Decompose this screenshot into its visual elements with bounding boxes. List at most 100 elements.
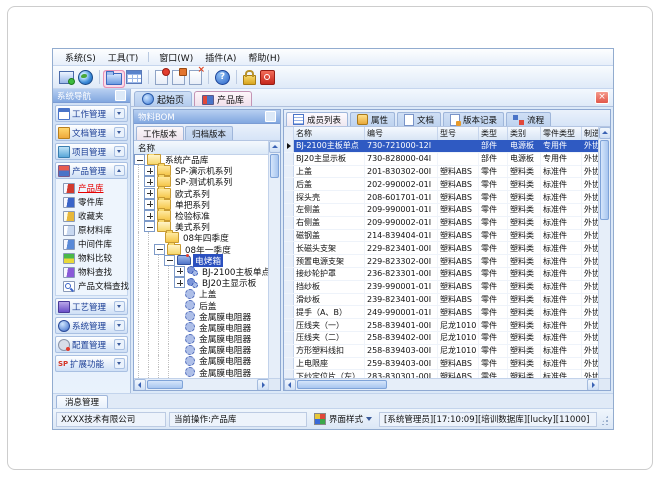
column-header[interactable]: 编号 bbox=[365, 127, 438, 140]
globe-icon[interactable] bbox=[78, 70, 93, 85]
table-row[interactable]: BJ20主显示板730-828000-04I部件电源板专用件外协颗 bbox=[284, 153, 599, 166]
expand-plus-icon[interactable] bbox=[174, 266, 185, 277]
scrollbar-thumb[interactable] bbox=[147, 380, 183, 389]
chevron-button[interactable] bbox=[114, 320, 125, 331]
column-header[interactable]: 类型 bbox=[479, 127, 508, 140]
tree-vertical-scrollbar[interactable] bbox=[268, 141, 280, 390]
scrollbar-thumb[interactable] bbox=[297, 380, 387, 389]
tree-column-header[interactable]: 名称 bbox=[134, 141, 269, 155]
scroll-up-icon[interactable] bbox=[269, 141, 280, 153]
table-row[interactable]: 上电限座259-839403-00I塑料ABS零件塑料类标准件外协条 bbox=[284, 358, 599, 371]
bom-version-tab[interactable]: 工作版本 bbox=[136, 126, 184, 140]
collapse-minus-icon[interactable] bbox=[154, 244, 165, 255]
chevron-button[interactable] bbox=[114, 108, 125, 119]
table-row[interactable]: 接纱轮护罩236-823301-00I塑料ABS零件塑料类标准件外协条 bbox=[284, 268, 599, 281]
table-horizontal-scrollbar[interactable] bbox=[284, 378, 599, 390]
nav-item[interactable]: 产品文档查找 bbox=[56, 279, 127, 293]
column-header[interactable]: 型号 bbox=[438, 127, 479, 140]
menu-item[interactable]: 工具(T) bbox=[102, 50, 145, 65]
grid-icon[interactable] bbox=[126, 70, 142, 84]
chevron-button[interactable] bbox=[114, 165, 125, 176]
column-header[interactable]: 制造方式 bbox=[582, 127, 599, 140]
nav-item[interactable]: 中间件库 bbox=[56, 237, 127, 251]
bom-version-tab[interactable]: 归档版本 bbox=[185, 126, 233, 140]
nav-group-project-mgmt[interactable]: 项目管理 bbox=[55, 143, 128, 160]
table-row[interactable]: 长磁头支架229-823401-00I塑料ABS零件塑料类标准件外协条 bbox=[284, 242, 599, 255]
bom-pin-button[interactable] bbox=[265, 111, 276, 122]
table-row[interactable]: 挡纱板239-990001-01I塑料ABS零件塑料类标准件外协条 bbox=[284, 281, 599, 294]
nav-group-system-mgmt[interactable]: 系统管理 bbox=[55, 317, 128, 334]
scrollbar-thumb[interactable] bbox=[270, 154, 279, 178]
nav-item[interactable]: 收藏夹 bbox=[56, 209, 127, 223]
folder-icon[interactable] bbox=[106, 73, 122, 85]
chevron-button[interactable] bbox=[114, 301, 125, 312]
tree-horizontal-scrollbar[interactable] bbox=[134, 378, 269, 390]
resize-grip-icon[interactable] bbox=[600, 413, 610, 425]
scroll-up-icon[interactable] bbox=[599, 127, 610, 139]
sheet-new-icon[interactable] bbox=[155, 70, 168, 85]
scroll-left-icon[interactable] bbox=[134, 379, 146, 390]
nav-item[interactable]: 产品库 bbox=[56, 181, 127, 195]
menu-item[interactable]: 帮助(H) bbox=[242, 50, 286, 65]
table-row[interactable]: 磁钢盖214-839404-01I塑料ABS零件塑料类标准件外协条 bbox=[284, 230, 599, 243]
chevron-button[interactable] bbox=[114, 146, 125, 157]
close-icon[interactable] bbox=[595, 91, 609, 104]
scroll-left-icon[interactable] bbox=[284, 379, 296, 390]
tab-member-list[interactable]: 成员列表 bbox=[286, 112, 348, 126]
tab-start-page[interactable]: 起始页 bbox=[134, 91, 192, 106]
table-vertical-scrollbar[interactable] bbox=[598, 127, 610, 390]
tab-documents[interactable]: 文档 bbox=[397, 112, 441, 126]
expand-plus-icon[interactable] bbox=[174, 277, 185, 288]
chevron-button[interactable] bbox=[114, 358, 125, 369]
nav-group-doc-mgmt[interactable]: 文档管理 bbox=[55, 124, 128, 141]
column-header[interactable]: 零件类型 bbox=[541, 127, 582, 140]
table-row[interactable]: BJ-2100主板单点730-721000-12I部件电源板专用件外协颗 bbox=[284, 140, 599, 153]
sheet-edit-icon[interactable] bbox=[172, 70, 185, 85]
tab-properties[interactable]: 属性 bbox=[350, 112, 395, 126]
sheet-delete-icon[interactable] bbox=[189, 70, 202, 85]
collapse-minus-icon[interactable] bbox=[134, 154, 145, 165]
table-row[interactable]: 后盖202-990002-01I塑料ABS零件塑料类标准件外协条 bbox=[284, 178, 599, 191]
tab-version-history[interactable]: 版本记录 bbox=[443, 112, 504, 126]
nav-group-sp-ext[interactable]: 扩展功能 bbox=[55, 355, 128, 372]
table-row[interactable]: 压线夹（一）258-839401-00I尼龙1010零件塑料类标准件外协条 bbox=[284, 319, 599, 332]
scrollbar-thumb[interactable] bbox=[600, 140, 609, 220]
collapse-minus-icon[interactable] bbox=[164, 255, 175, 266]
ui-style-button[interactable]: 界面样式 bbox=[310, 413, 376, 426]
table-row[interactable]: 右侧盖209-990002-01I塑料ABS零件塑料类标准件外协条 bbox=[284, 217, 599, 230]
nav-group-process-mgmt[interactable]: 工艺管理 bbox=[55, 298, 128, 315]
message-manager-tab[interactable]: 消息管理 bbox=[56, 395, 108, 408]
menu-item[interactable]: 窗口(W) bbox=[153, 50, 199, 65]
nav-group-work-mgmt[interactable]: 工作管理 bbox=[55, 105, 128, 122]
tab-product-lib-tab[interactable]: 产品库 bbox=[194, 91, 252, 106]
table-row[interactable]: 压线夹（二）258-839402-00I尼龙1010零件塑料类标准件外协条 bbox=[284, 332, 599, 345]
table-row[interactable]: 提手（A、B）249-990001-01I塑料ABS零件塑料类标准件外协条 bbox=[284, 306, 599, 319]
table-row[interactable]: 预置电源支架229-823302-00I塑料ABS零件塑料类标准件外协条 bbox=[284, 255, 599, 268]
nav-group-config-mgmt[interactable]: 配置管理 bbox=[55, 336, 128, 353]
nav-item[interactable]: 物料比较 bbox=[56, 251, 127, 265]
monitor-icon[interactable] bbox=[59, 71, 74, 84]
nav-item[interactable]: 原材料库 bbox=[56, 223, 127, 237]
table-row[interactable]: 方形塑料线扣258-839403-00I尼龙1010零件塑料类标准件外协条 bbox=[284, 345, 599, 358]
column-header[interactable]: 名称 bbox=[294, 127, 365, 140]
table-row[interactable]: 上盖201-830302-00I塑料ABS零件塑料类标准件外协条 bbox=[284, 166, 599, 179]
nav-pin-button[interactable] bbox=[115, 90, 126, 101]
tab-workflow[interactable]: 流程 bbox=[506, 112, 551, 126]
lock-icon[interactable] bbox=[243, 75, 256, 85]
table-row[interactable]: 左侧盖209-990001-01I塑料ABS零件塑料类标准件外协条 bbox=[284, 204, 599, 217]
nav-group-product-mgmt[interactable]: 产品管理 bbox=[55, 162, 128, 179]
menu-item[interactable]: 插件(A) bbox=[199, 50, 242, 65]
expand-plus-icon[interactable] bbox=[144, 188, 155, 199]
chevron-button[interactable] bbox=[114, 127, 125, 138]
expand-plus-icon[interactable] bbox=[144, 210, 155, 221]
column-header[interactable]: 类别 bbox=[508, 127, 541, 140]
exit-icon[interactable] bbox=[260, 70, 275, 85]
table-row[interactable]: 滑纱板239-823401-00I塑料ABS零件塑料类标准件外协条 bbox=[284, 294, 599, 307]
chevron-button[interactable] bbox=[114, 339, 125, 350]
nav-item[interactable]: 物料查找 bbox=[56, 265, 127, 279]
table-row[interactable]: 探头壳208-601701-01I塑料ABS零件塑料类标准件外协条 bbox=[284, 191, 599, 204]
help-icon[interactable] bbox=[215, 70, 230, 85]
menu-item[interactable]: 系统(S) bbox=[59, 50, 102, 65]
collapse-minus-icon[interactable] bbox=[144, 221, 155, 232]
nav-item[interactable]: 零件库 bbox=[56, 195, 127, 209]
